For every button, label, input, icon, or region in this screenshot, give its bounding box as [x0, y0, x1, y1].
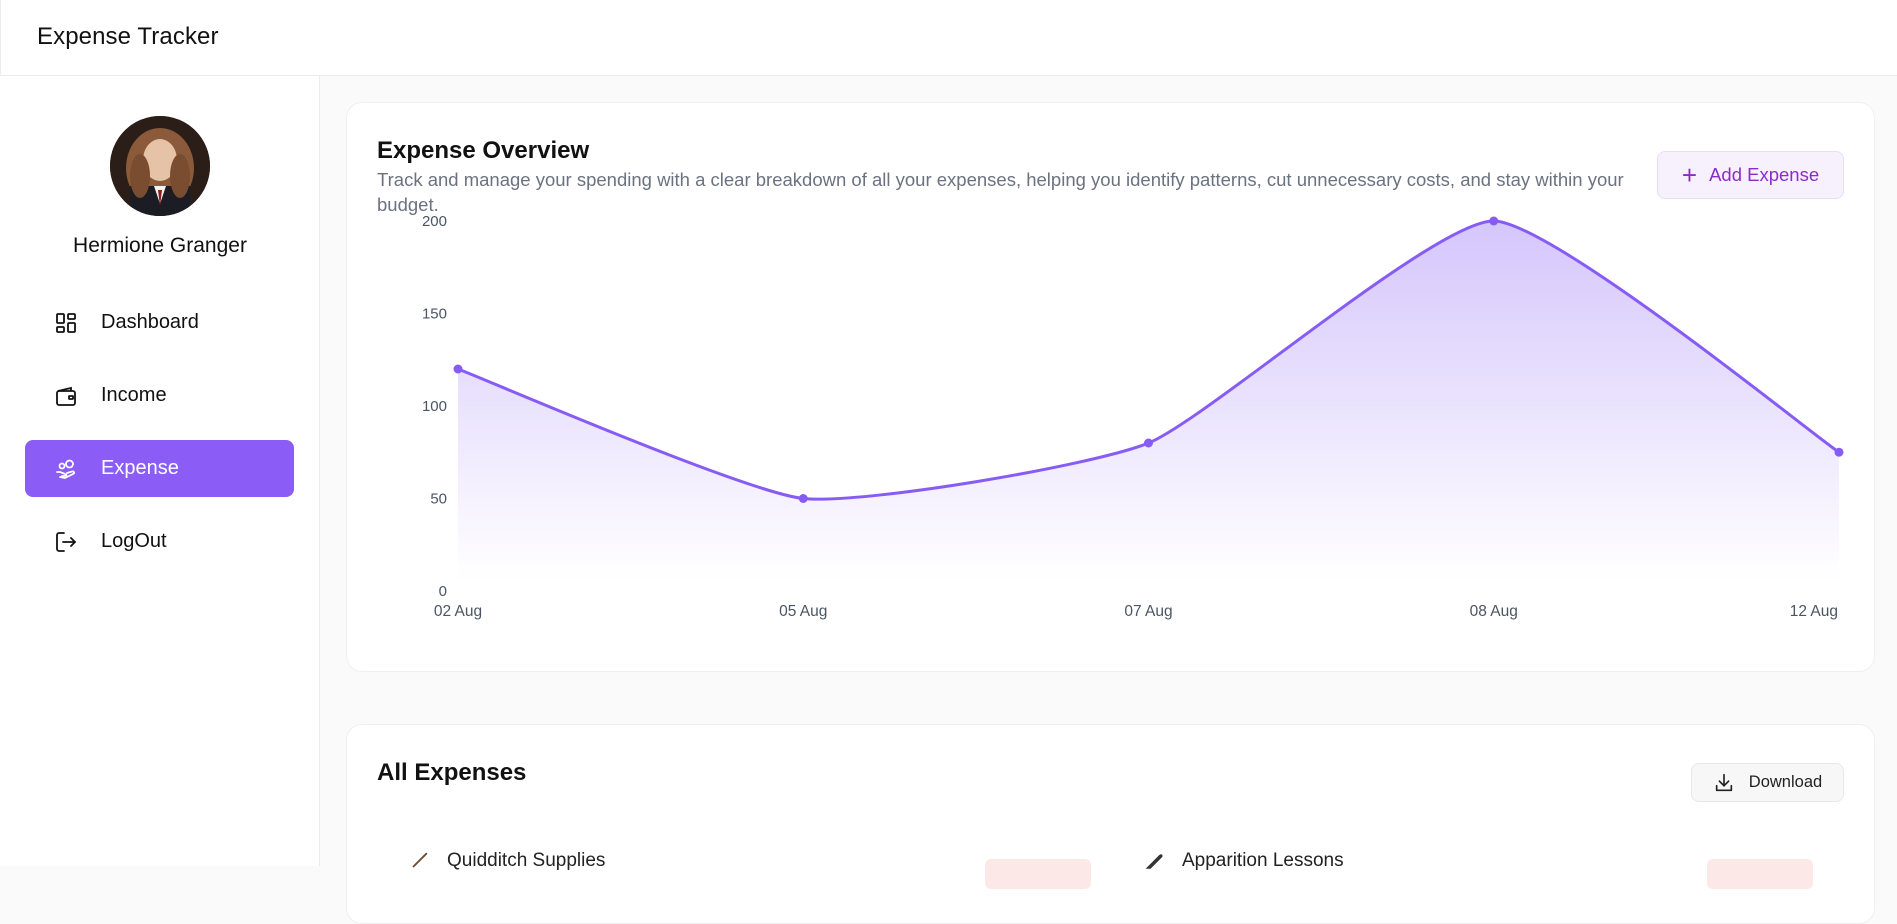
app-title: Expense Tracker: [37, 23, 219, 50]
wallet-icon: [53, 383, 79, 409]
dashboard-icon: [53, 310, 79, 336]
y-tick-label: 100: [422, 398, 447, 415]
all-expenses-title: All Expenses: [377, 759, 527, 786]
avatar-image: [110, 116, 210, 216]
y-tick-label: 0: [439, 583, 447, 600]
expense-amount-badge: [985, 859, 1091, 889]
download-label: Download: [1748, 773, 1823, 791]
expense-name: Quidditch Supplies: [447, 850, 606, 871]
sidebar-item-label: Expense: [101, 457, 179, 479]
logout-icon: [53, 529, 79, 555]
user-name: Hermione Granger: [73, 234, 247, 257]
sidebar-item-dashboard[interactable]: Dashboard: [25, 294, 294, 351]
sidebar-item-logout[interactable]: LogOut: [25, 513, 294, 570]
chart-area-fill: [458, 220, 1839, 581]
x-tick-label: 05 Aug: [779, 603, 827, 620]
y-tick-label: 200: [422, 213, 447, 230]
list-item[interactable]: Quidditch Supplies: [407, 849, 605, 873]
list-item[interactable]: Apparition Lessons: [1142, 849, 1344, 873]
sidebar-item-label: Dashboard: [101, 311, 199, 333]
x-tick-label: 02 Aug: [434, 603, 482, 620]
chart-data-point[interactable]: [1489, 216, 1499, 226]
broom-icon: [407, 849, 431, 873]
chart-data-point[interactable]: [1834, 447, 1844, 457]
expense-chart: 0 50 100 150 200 02 Aug 05 Aug 07 Aug 08 Aug 12 …: [422, 213, 1844, 620]
expense-amount-badge: [1707, 859, 1813, 889]
chart-data-point[interactable]: [1144, 438, 1153, 448]
hand-coins-icon: [53, 456, 79, 482]
expense-name: Apparition Lessons: [1182, 850, 1344, 871]
sidebar-item-expense[interactable]: Expense: [25, 440, 294, 497]
all-expenses-card: All Expenses Download Quidditch Supplies…: [346, 724, 1875, 924]
sidebar: Hermione Granger Dashboard Income Expens…: [0, 76, 320, 866]
feather-icon: [1142, 849, 1166, 873]
sidebar-item-income[interactable]: Income: [25, 367, 294, 424]
download-icon: [1713, 772, 1735, 794]
x-tick-label: 08 Aug: [1470, 603, 1518, 620]
y-tick-label: 50: [430, 491, 447, 508]
sidebar-item-label: Income: [101, 384, 167, 406]
x-tick-label: 12 Aug: [1790, 603, 1838, 620]
download-button[interactable]: Download: [1691, 763, 1844, 802]
chart-data-point[interactable]: [798, 494, 808, 503]
top-bar: Expense Tracker: [0, 0, 1897, 76]
avatar: [110, 116, 210, 216]
expense-overview-card: Expense Overview Track and manage your s…: [346, 102, 1875, 672]
y-tick-label: 150: [422, 306, 447, 323]
chart-data-point[interactable]: [453, 364, 463, 374]
x-tick-label: 07 Aug: [1124, 603, 1172, 620]
sidebar-item-label: LogOut: [101, 530, 167, 552]
